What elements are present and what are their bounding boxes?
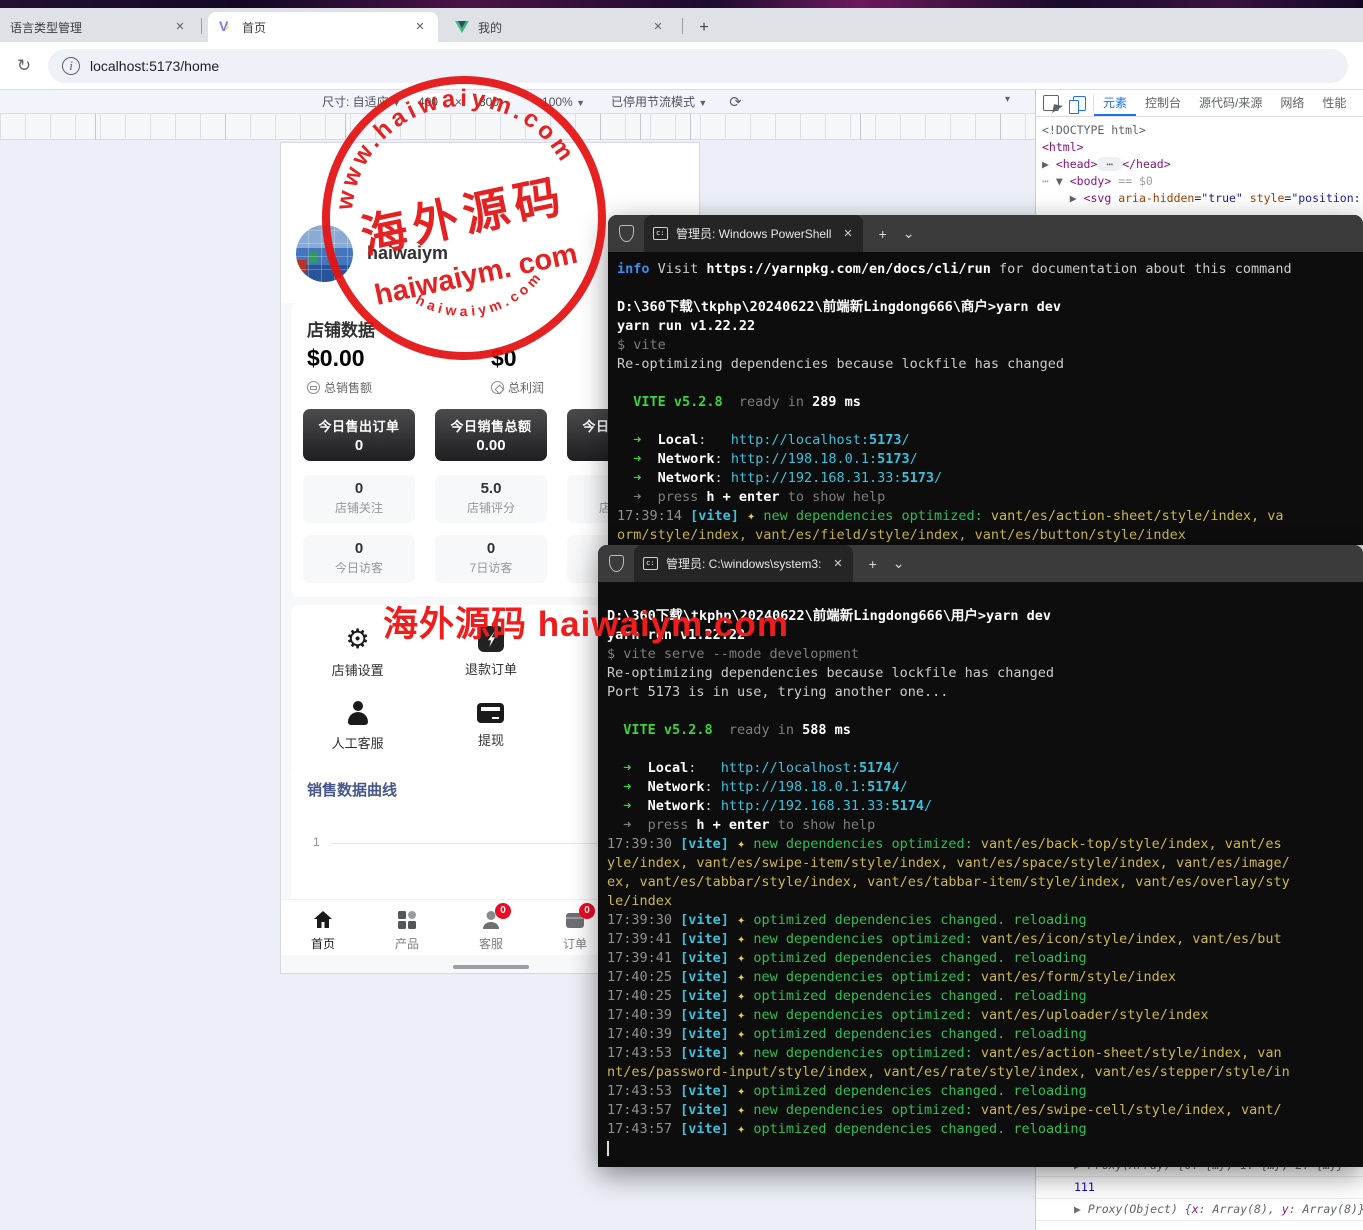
total-profit-label: 总利润 <box>491 379 544 396</box>
tab-service[interactable]: 0 客服 <box>449 900 533 955</box>
address-bar[interactable]: i localhost:5173/home <box>48 49 1348 83</box>
stat-cell: 0店铺关注 <box>303 475 415 523</box>
browser-tab-strip: 语言类型管理 ✕ 首页 ✕ 我的 ✕ + <box>0 8 1363 42</box>
person-icon <box>345 700 371 726</box>
cmd-icon: c: <box>653 227 668 240</box>
devtools-tab-bar: 元素 控制台 源代码/来源 网络 性能 <box>1036 90 1363 117</box>
menu-item-human-service[interactable]: 人工客服 <box>291 689 424 763</box>
stat-chip: 今日销售总额0.00 <box>435 409 547 461</box>
terminal-tab-title: 管理员: Windows PowerShell <box>676 225 831 242</box>
tab-close-icon[interactable]: ✕ <box>843 227 852 240</box>
rotate-device-icon[interactable]: ⟳ <box>729 93 742 111</box>
admin-shield-icon <box>609 555 624 572</box>
chevron-down-icon: ▼ <box>392 98 401 108</box>
new-tab-button[interactable]: + <box>879 226 887 242</box>
home-indicator[interactable] <box>453 965 529 969</box>
stat-cell: 5.0店铺评分 <box>435 475 547 523</box>
orders-icon: 0 <box>563 908 587 932</box>
menu-item-withdraw[interactable]: 提现 <box>424 689 557 763</box>
reload-icon[interactable]: ↻ <box>12 54 36 78</box>
card-title: 店铺数据 <box>307 316 375 341</box>
orders-badge: 0 <box>579 903 595 919</box>
tab-close-icon[interactable]: ✕ <box>833 557 842 570</box>
stat-cell: 07日访客 <box>435 535 547 583</box>
admin-shield-icon <box>619 225 634 242</box>
avatar[interactable] <box>296 225 353 282</box>
tab-title: 首页 <box>242 19 404 36</box>
terminal-output: info Visit https://yarnpkg.com/en/docs/c… <box>608 252 1363 545</box>
browser-tab-language-type[interactable]: 语言类型管理 ✕ <box>0 12 198 42</box>
tab-close-icon[interactable]: ✕ <box>650 19 666 35</box>
terminal-title-bar[interactable]: c: 管理员: Windows PowerShell ✕ + ⌄ <box>608 215 1363 252</box>
device-toolbar-toggle-icon[interactable] <box>1073 96 1086 111</box>
vue-favicon <box>454 19 470 35</box>
tab-close-icon[interactable]: ✕ <box>172 19 188 35</box>
url-text: localhost:5173/home <box>90 58 219 74</box>
times-icon: × <box>455 95 462 109</box>
service-person-icon: 0 <box>479 908 503 932</box>
service-badge: 0 <box>495 903 511 919</box>
new-tab-button[interactable]: + <box>692 16 716 40</box>
browser-toolbar: ↻ i localhost:5173/home <box>0 42 1363 90</box>
username: haiwaiym <box>367 243 448 264</box>
tab-products[interactable]: 产品 <box>365 900 449 955</box>
tab-home[interactable]: 首页 <box>281 900 365 955</box>
terminal-tab[interactable]: c: 管理员: C:\windows\system3: ✕ <box>634 545 853 582</box>
new-tab-button[interactable]: + <box>869 556 877 572</box>
desktop-wallpaper-strip <box>0 0 1363 8</box>
device-size-select[interactable]: 尺寸: 自适应 ▼ <box>322 93 401 110</box>
bill-icon <box>307 381 320 394</box>
device-toolbar-more-icon[interactable]: ▾ <box>1005 94 1010 105</box>
y-axis-tick: 1 <box>313 835 320 849</box>
tab-dropdown-icon[interactable]: ⌄ <box>893 555 905 572</box>
terminal-tab[interactable]: c: 管理员: Windows PowerShell ✕ <box>644 215 863 252</box>
total-profit-value: $0 <box>491 345 517 372</box>
tab-dropdown-icon[interactable]: ⌄ <box>903 225 915 242</box>
menu-item-store-settings[interactable]: ⚙店铺设置 <box>291 615 424 689</box>
device-throttle-select[interactable]: 已停用节流模式 ▼ <box>611 93 707 110</box>
terminal-output: D:\360下载\tkphp\20240622\前端新Lingdong666\用… <box>598 582 1363 1167</box>
browser-tab-mine[interactable]: 我的 ✕ <box>444 12 676 42</box>
elements-tree[interactable]: <!DOCTYPE html><html>▶ <head> ⋯ </head>⋯… <box>1036 117 1363 207</box>
device-height-input[interactable]: 800 <box>470 93 508 111</box>
device-zoom-select[interactable]: 100% ▼ <box>542 95 585 109</box>
tab-divider <box>201 18 202 34</box>
gear-icon: ⚙ <box>346 625 370 653</box>
devtools-tab-elements[interactable]: 元素 <box>1094 90 1136 116</box>
devtools-tab-sources[interactable]: 源代码/来源 <box>1190 90 1271 116</box>
terminal-window-user[interactable]: c: 管理员: C:\windows\system3: ✕ + ⌄ D:\360… <box>598 545 1363 1167</box>
home-icon <box>311 908 335 932</box>
inspect-element-icon[interactable] <box>1043 95 1059 111</box>
menu-item-refund-orders[interactable]: 退款订单 <box>424 615 557 689</box>
tab-divider <box>682 18 683 34</box>
vite-favicon <box>218 19 234 35</box>
tab-close-icon[interactable]: ✕ <box>412 19 428 35</box>
tab-title: 语言类型管理 <box>10 19 164 36</box>
devtools-tab-console[interactable]: 控制台 <box>1136 90 1190 116</box>
terminal-tab-title: 管理员: C:\windows\system3: <box>666 555 821 572</box>
terminal-window-merchant[interactable]: c: 管理员: Windows PowerShell ✕ + ⌄ info Vi… <box>608 215 1363 545</box>
tab-title: 我的 <box>478 19 642 36</box>
device-ruler <box>0 114 1035 140</box>
devtools-tab-performance[interactable]: 性能 <box>1313 90 1355 116</box>
devtools-tab-network[interactable]: 网络 <box>1271 90 1313 116</box>
site-info-icon[interactable]: i <box>62 57 80 75</box>
lightning-icon <box>478 626 504 652</box>
bank-card-icon <box>477 703 504 723</box>
stat-cell: 0今日访客 <box>303 535 415 583</box>
total-sales-label: 总销售额 <box>307 379 372 396</box>
device-toolbar: 尺寸: 自适应 ▼ 400 × 800 100% ▼ 已停用节流模式 ▼ ⟳ ▾ <box>0 90 1035 114</box>
chevron-down-icon: ▼ <box>576 98 585 108</box>
gem-icon <box>491 381 504 394</box>
chart-title: 销售数据曲线 <box>307 779 397 800</box>
cmd-icon: c: <box>643 557 658 570</box>
grid-icon <box>395 908 419 932</box>
total-sales-value: $0.00 <box>307 345 365 372</box>
terminal-title-bar[interactable]: c: 管理员: C:\windows\system3: ✕ + ⌄ <box>598 545 1363 582</box>
browser-tab-home[interactable]: 首页 ✕ <box>208 12 438 42</box>
stat-chip: 今日售出订单0 <box>303 409 415 461</box>
chevron-down-icon: ▼ <box>698 98 707 108</box>
device-width-input[interactable]: 400 <box>409 93 447 111</box>
